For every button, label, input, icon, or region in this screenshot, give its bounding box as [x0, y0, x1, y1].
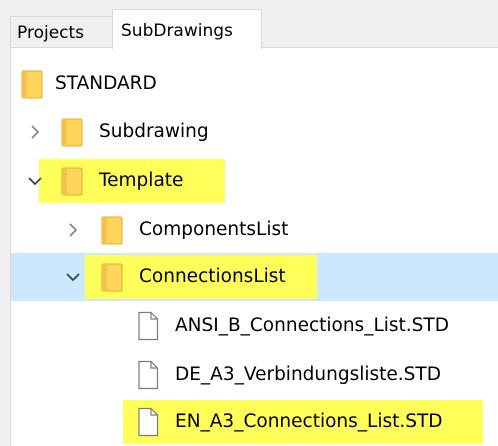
tree-item-template[interactable]: Template: [11, 159, 498, 203]
tree-item-label: ANSI_B_Connections_List.STD: [175, 315, 449, 336]
chevron-right-icon[interactable]: [63, 220, 83, 240]
tab-projects[interactable]: Projects: [10, 16, 114, 47]
folder-icon: [101, 263, 123, 292]
folder-icon: [21, 70, 43, 99]
tree-item-label: ComponentsList: [139, 219, 289, 240]
tree-item-label: STANDARD: [55, 73, 157, 94]
tree-item-subdrawing[interactable]: Subdrawing: [11, 110, 498, 154]
tree-item-file[interactable]: DE_A3_Verbindungsliste.STD: [11, 353, 498, 397]
tree-item-label: Template: [99, 170, 184, 191]
folder-icon: [61, 167, 83, 196]
subdrawings-window: Projects SubDrawings STANDARD Subdrawing: [0, 0, 498, 446]
tab-subdrawings-label: SubDrawings: [121, 21, 233, 41]
tab-projects-label: Projects: [17, 23, 85, 43]
folder-icon: [101, 216, 123, 245]
chevron-right-icon[interactable]: [25, 122, 45, 142]
chevron-down-icon[interactable]: [63, 267, 83, 287]
file-icon: [138, 360, 159, 390]
tab-bar: Projects SubDrawings: [0, 0, 498, 54]
folder-icon: [61, 118, 83, 147]
chevron-down-icon[interactable]: [25, 171, 45, 191]
subdrawings-tree: STANDARD Subdrawing Template ComponentsL…: [10, 47, 498, 446]
file-icon: [138, 407, 159, 437]
tree-item-componentslist[interactable]: ComponentsList: [11, 208, 498, 252]
tree-item-standard[interactable]: STANDARD: [11, 62, 498, 106]
tree-item-label: Subdrawing: [99, 121, 209, 142]
file-icon: [138, 311, 159, 341]
tree-item-file[interactable]: EN_A3_Connections_List.STD: [11, 400, 498, 444]
tree-item-label: EN_A3_Connections_List.STD: [175, 411, 443, 432]
tree-item-connectionslist[interactable]: ConnectionsList: [11, 253, 498, 301]
tree-item-label: ConnectionsList: [139, 266, 286, 287]
tab-subdrawings[interactable]: SubDrawings: [112, 9, 262, 49]
tree-item-label: DE_A3_Verbindungsliste.STD: [175, 364, 441, 385]
tree-item-file[interactable]: ANSI_B_Connections_List.STD: [11, 304, 498, 348]
